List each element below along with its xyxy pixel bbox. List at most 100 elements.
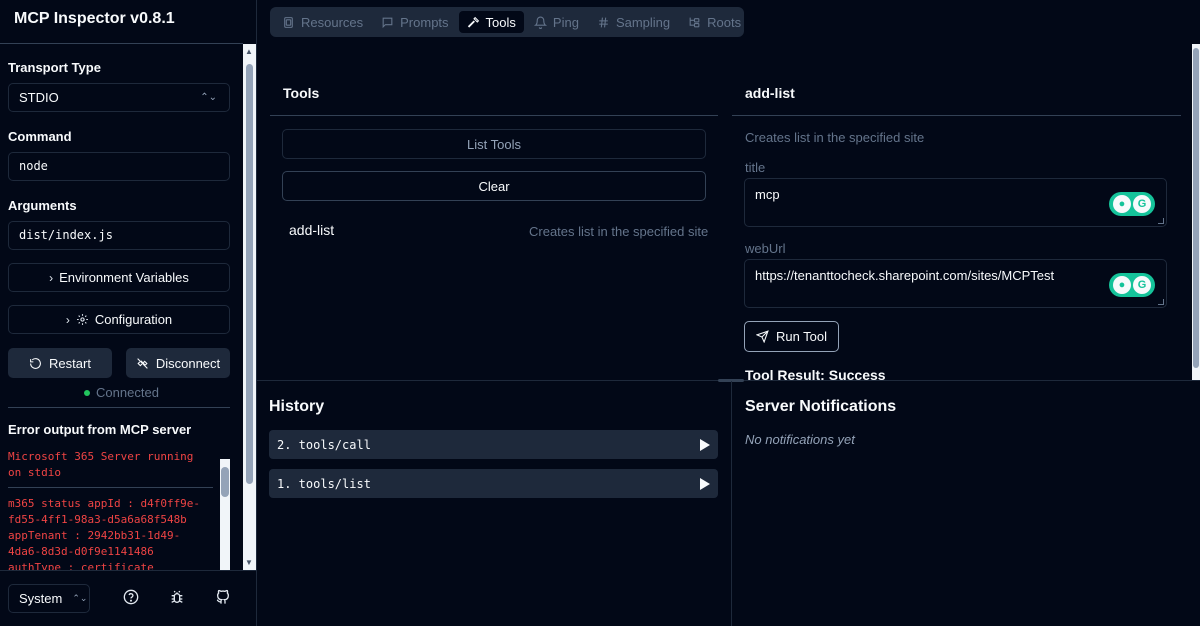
unplug-icon <box>137 357 148 369</box>
arguments-label: Arguments <box>8 198 77 213</box>
tab-sampling[interactable]: Sampling <box>589 11 678 33</box>
grammarly-widget[interactable]: ● G <box>1109 192 1155 216</box>
github-icon[interactable] <box>215 589 231 605</box>
help-icon[interactable] <box>123 589 139 605</box>
chevron-updown-icon: ⌃⌄ <box>200 92 217 103</box>
param-weburl-label: webUrl <box>745 241 786 256</box>
tab-prompts[interactable]: Prompts <box>373 11 456 33</box>
main-scrollbar[interactable] <box>1192 44 1200 380</box>
grammarly-widget[interactable]: ● G <box>1109 273 1155 297</box>
bottom-divider <box>731 381 732 626</box>
tab-resources[interactable]: Resources <box>274 11 371 33</box>
chevron-right-icon: › <box>49 270 54 285</box>
history-title: History <box>269 398 325 415</box>
message-icon <box>382 17 393 28</box>
sidebar-footer: System ⌃⌄ <box>0 570 256 626</box>
disconnect-label: Disconnect <box>155 355 221 371</box>
send-icon <box>755 330 769 343</box>
param-title-label: title <box>745 160 766 175</box>
tab-ping[interactable]: Ping <box>526 11 587 33</box>
history-item-label: 2. tools/call <box>277 437 371 452</box>
server-notifications-title: Server Notifications <box>745 398 897 415</box>
gear-icon <box>76 314 88 325</box>
main-scrollbar-thumb[interactable] <box>1193 48 1199 368</box>
play-icon[interactable] <box>700 477 710 490</box>
tab-label: Ping <box>552 14 579 30</box>
notifications-empty-text: No notifications yet <box>745 432 855 447</box>
theme-select[interactable]: System ⌃⌄ <box>8 584 90 613</box>
theme-value: System <box>19 591 63 606</box>
tools-panel-title: Tools <box>283 85 320 101</box>
transport-type-select[interactable]: STDIO ⌃⌄ <box>8 83 230 112</box>
play-icon[interactable] <box>700 438 710 451</box>
status-text: Connected <box>96 385 159 400</box>
run-tool-button[interactable]: Run Tool <box>744 321 839 352</box>
file-icon <box>284 16 293 28</box>
environment-variables-label: Environment Variables <box>59 270 189 285</box>
disconnect-button[interactable]: Disconnect <box>126 348 230 378</box>
log-divider <box>8 487 213 488</box>
restart-button[interactable]: Restart <box>8 348 112 378</box>
scroll-down-icon[interactable]: ▼ <box>245 558 253 567</box>
history-item-label: 1. tools/list <box>277 476 371 491</box>
folder-tree-icon <box>689 17 700 27</box>
command-label: Command <box>8 129 72 144</box>
hash-icon <box>599 17 608 27</box>
tool-item-description[interactable]: Creates list in the specified site <box>529 224 708 239</box>
hammer-icon <box>467 16 479 28</box>
log-scrollbar[interactable] <box>220 459 230 570</box>
status-dot-icon <box>84 389 91 396</box>
sidebar-scrollbar-thumb[interactable] <box>246 64 253 484</box>
bell-icon <box>533 16 547 29</box>
transport-type-value: STDIO <box>19 90 59 105</box>
log-entry: m365 status appId : d4f0ff9e-fd55-4ff1-9… <box>8 497 201 570</box>
tab-label: Sampling <box>615 14 671 30</box>
log-scrollbar-thumb[interactable] <box>221 467 229 497</box>
bottom-panel: History 2. tools/call 1. tools/list Serv… <box>257 379 1200 626</box>
tool-detail-divider <box>732 115 1181 116</box>
command-input[interactable]: node <box>8 152 230 181</box>
clear-button[interactable]: Clear <box>282 171 706 201</box>
connection-status: Connected <box>0 385 243 400</box>
tool-item-name[interactable]: add-list <box>289 222 334 238</box>
param-title-input[interactable]: mcp ● G <box>744 178 1167 227</box>
tab-label: Roots <box>707 14 742 30</box>
transport-type-label: Transport Type <box>8 60 101 75</box>
lightbulb-icon: ● <box>1113 276 1131 294</box>
lightbulb-icon: ● <box>1113 195 1131 213</box>
run-tool-label: Run Tool <box>775 329 828 344</box>
grammarly-icon: G <box>1133 195 1151 213</box>
param-weburl-value: https://tenanttocheck.sharepoint.com/sit… <box>755 268 1055 283</box>
list-tools-button[interactable]: List Tools <box>282 129 706 159</box>
configuration-label: Configuration <box>94 312 173 327</box>
param-title-value: mcp <box>755 187 780 202</box>
arguments-input[interactable]: dist/index.js <box>8 221 230 250</box>
error-output-log: Microsoft 365 Server running on stdio m3… <box>8 447 230 570</box>
environment-variables-button[interactable]: › Environment Variables <box>8 263 230 292</box>
chevron-updown-icon: ⌃⌄ <box>72 593 88 603</box>
main-tabs: Resources Prompts Tools Ping Sampling Ro… <box>270 7 744 37</box>
scroll-up-icon[interactable]: ▲ <box>245 47 253 56</box>
resize-handle-icon[interactable] <box>1158 299 1164 305</box>
resize-handle-icon[interactable] <box>1158 218 1164 224</box>
restart-icon <box>30 357 41 369</box>
grammarly-icon: G <box>1133 276 1151 294</box>
tab-label: Prompts <box>400 14 449 30</box>
log-entry: Microsoft 365 Server running on stdio <box>8 450 194 479</box>
tab-tools[interactable]: Tools <box>458 11 524 33</box>
title-divider <box>0 43 243 44</box>
history-item[interactable]: 1. tools/list <box>269 469 718 498</box>
sidebar-scrollbar[interactable]: ▲ ▼ <box>243 44 256 570</box>
tool-detail-description: Creates list in the specified site <box>745 130 925 145</box>
tools-panel-divider <box>270 115 718 116</box>
tool-detail-title: add-list <box>745 85 795 101</box>
tab-roots[interactable]: Roots <box>680 11 749 33</box>
bug-icon[interactable] <box>169 589 185 605</box>
param-weburl-input[interactable]: https://tenanttocheck.sharepoint.com/sit… <box>744 259 1167 308</box>
error-output-label: Error output from MCP server <box>8 422 192 437</box>
history-item[interactable]: 2. tools/call <box>269 430 718 459</box>
status-divider <box>8 407 230 408</box>
tab-label: Resources <box>301 14 364 30</box>
configuration-button[interactable]: › Configuration <box>8 305 230 334</box>
tab-label: Tools <box>485 14 516 30</box>
